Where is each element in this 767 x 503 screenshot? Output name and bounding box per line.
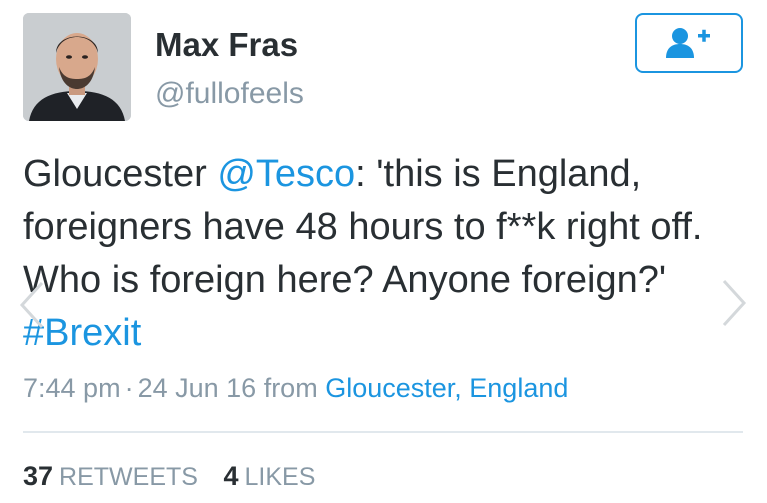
tweet-text-part: Gloucester — [23, 153, 218, 195]
chevron-right-icon[interactable] — [720, 278, 748, 328]
tweet-time[interactable]: 7:44 pm — [23, 373, 121, 403]
retweets-count: 37 — [23, 461, 54, 491]
tweet-text: Gloucester @Tesco: 'this is England, for… — [23, 148, 753, 360]
likes-count: 4 — [223, 461, 239, 491]
add-user-icon — [666, 28, 710, 58]
avatar-photo — [23, 13, 131, 121]
follow-button[interactable] — [635, 13, 743, 73]
retweets-label: RETWEETS — [59, 463, 198, 491]
retweets-stat[interactable]: 37 RETWEETS — [23, 461, 198, 491]
tweet-date[interactable]: 24 Jun 16 — [138, 373, 257, 403]
from-label: from — [263, 373, 318, 403]
avatar[interactable] — [23, 13, 131, 121]
divider — [23, 431, 743, 433]
chevron-left-icon[interactable] — [18, 280, 46, 330]
likes-stat[interactable]: 4 LIKES — [223, 461, 315, 491]
display-name[interactable]: Max Fras — [155, 26, 298, 64]
location-link[interactable]: Gloucester, England — [325, 373, 568, 403]
tweet-meta: 7:44 pm · 24 Jun 16 from Gloucester, Engla… — [23, 373, 568, 404]
likes-label: LIKES — [244, 463, 316, 491]
tweet-stats: 37 RETWEETS 4 LIKES — [23, 461, 333, 492]
meta-separator: · — [124, 373, 134, 403]
user-handle[interactable]: @fullofeels — [155, 77, 304, 111]
mention-link[interactable]: @Tesco — [217, 153, 355, 195]
